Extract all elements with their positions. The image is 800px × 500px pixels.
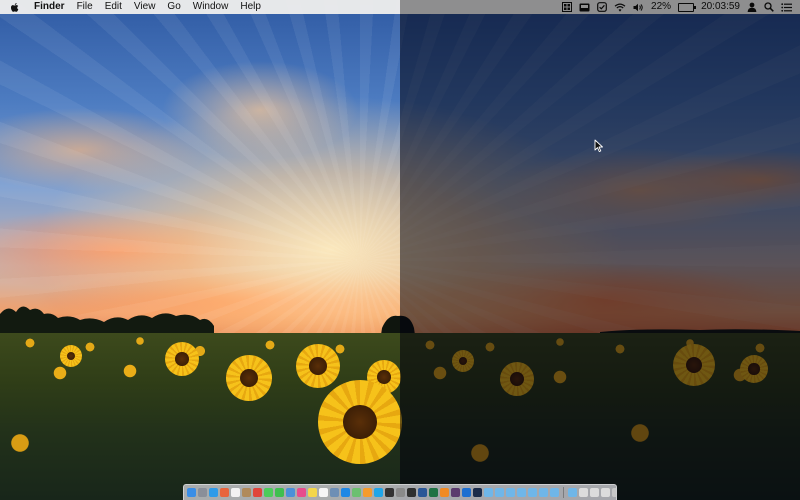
word-icon[interactable] (418, 488, 427, 497)
dimmed-right-half (400, 0, 800, 500)
volume-icon[interactable] (633, 0, 644, 14)
vlc-icon[interactable] (440, 488, 449, 497)
display-icon[interactable] (579, 0, 590, 14)
folder-icon[interactable] (528, 488, 537, 497)
photos-icon[interactable] (220, 488, 229, 497)
sunflower (60, 345, 82, 367)
menu-help[interactable]: Help (234, 0, 267, 14)
notification-center-icon[interactable] (781, 0, 792, 14)
menu-window[interactable]: Window (187, 0, 235, 14)
apple-menu-icon[interactable] (10, 2, 20, 12)
menu-go[interactable]: Go (161, 0, 186, 14)
notes-icon[interactable] (308, 488, 317, 497)
battery-gauge (678, 2, 697, 12)
dock (183, 484, 617, 500)
folder-icon[interactable] (568, 488, 577, 497)
slack-icon[interactable] (451, 488, 460, 497)
terminal-icon[interactable] (385, 488, 394, 497)
maps-icon[interactable] (352, 488, 361, 497)
menu-bar: Finder File Edit View Go Window Help 22%… (0, 0, 800, 14)
user-icon[interactable] (747, 0, 757, 14)
sunflower (318, 380, 402, 464)
menu-file[interactable]: File (71, 0, 99, 14)
facetime-icon[interactable] (275, 488, 284, 497)
menu-edit[interactable]: Edit (99, 0, 128, 14)
activity-monitor-icon[interactable] (407, 488, 416, 497)
folder-icon[interactable] (495, 488, 504, 497)
battery-percentage[interactable]: 22% (651, 0, 671, 14)
mouse-pointer-icon (594, 139, 603, 153)
mail-icon[interactable] (286, 488, 295, 497)
calendar-icon[interactable] (231, 488, 240, 497)
checkmark-circle-icon[interactable] (597, 0, 607, 14)
finder-icon[interactable] (187, 488, 196, 497)
menu-bar-clock[interactable]: 20:03:59 (701, 0, 740, 14)
wifi-icon[interactable] (614, 0, 626, 14)
trash-icon[interactable] (612, 488, 616, 497)
sunflower (165, 342, 199, 376)
sunflower (296, 344, 340, 388)
menu-extra-icon[interactable] (562, 0, 573, 14)
menu-view[interactable]: View (128, 0, 162, 14)
xcode-icon[interactable] (462, 488, 471, 497)
folder-icon[interactable] (539, 488, 548, 497)
menu-bar-left: Finder File Edit View Go Window Help (0, 0, 267, 14)
status-menus: 22% 20:03:59 (562, 0, 792, 14)
excel-icon[interactable] (429, 488, 438, 497)
skype-icon[interactable] (374, 488, 383, 497)
app-store-icon[interactable] (341, 488, 350, 497)
spotlight-search-icon[interactable] (764, 0, 774, 14)
document-icon[interactable] (579, 488, 588, 497)
document-icon[interactable] (601, 488, 610, 497)
menu-app-finder[interactable]: Finder (28, 0, 71, 14)
folder-icon[interactable] (484, 488, 493, 497)
folder-icon[interactable] (506, 488, 515, 497)
safari-icon[interactable] (209, 488, 218, 497)
folder-icon[interactable] (517, 488, 526, 497)
desktop-wallpaper (0, 0, 800, 500)
preview-icon[interactable] (330, 488, 339, 497)
system-preferences-icon[interactable] (396, 488, 405, 497)
contacts-icon[interactable] (242, 488, 251, 497)
dock-separator (563, 487, 564, 498)
reminders-icon[interactable] (319, 488, 328, 497)
itunes-icon[interactable] (297, 488, 306, 497)
chrome-icon[interactable] (253, 488, 262, 497)
ibooks-icon[interactable] (363, 488, 372, 497)
sunflower (226, 355, 272, 401)
photoshop-icon[interactable] (473, 488, 482, 497)
battery-icon[interactable] (678, 0, 697, 14)
messages-icon[interactable] (264, 488, 273, 497)
folder-icon[interactable] (550, 488, 559, 497)
launchpad-icon[interactable] (198, 488, 207, 497)
document-icon[interactable] (590, 488, 599, 497)
